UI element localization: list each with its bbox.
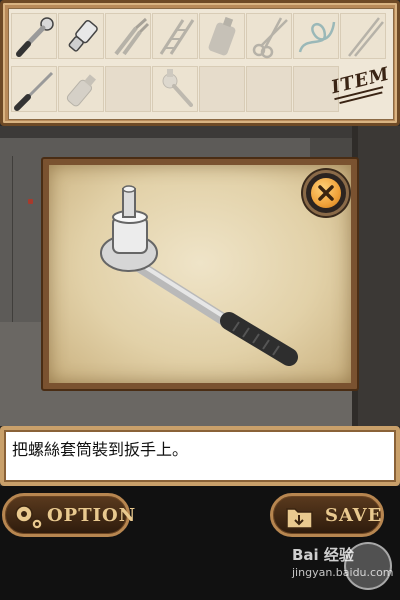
- wrench-socket-icon: [162, 69, 193, 107]
- option-button[interactable]: OPTION: [2, 493, 135, 537]
- message-box: 把螺絲套筒裝到扳手上。: [0, 426, 400, 486]
- slot-bottle[interactable]: [58, 66, 104, 112]
- inventory-bar: ITEM: [0, 0, 400, 126]
- slot-screwdriver[interactable]: [11, 66, 57, 112]
- ladder-icon: [159, 19, 195, 55]
- slot-empty-2[interactable]: [199, 66, 245, 112]
- screwdriver-icon: [14, 71, 54, 111]
- option-label: OPTION: [47, 505, 137, 526]
- folder-arrow-icon: [286, 508, 313, 529]
- cable-icon: [298, 21, 336, 53]
- rods-icon: [348, 17, 384, 57]
- room-ceiling: [0, 126, 400, 138]
- pliers-icon: [114, 17, 150, 56]
- watermark-url: jingyan.baidu.com: [292, 566, 394, 579]
- slot-socket[interactable]: [58, 13, 104, 59]
- slot-cable[interactable]: [293, 13, 339, 59]
- slot-ladder[interactable]: [152, 13, 198, 59]
- slot-canister[interactable]: [199, 13, 245, 59]
- canister-icon: [208, 16, 236, 56]
- watermark: Bai 经验 jingyan.baidu.com: [288, 540, 400, 600]
- scissors-icon: [252, 17, 288, 59]
- slot-wrench-socket[interactable]: [152, 66, 198, 112]
- slot-rods[interactable]: [340, 13, 386, 59]
- room-door: [358, 126, 400, 426]
- ratchet-wrench-icon: [16, 17, 54, 57]
- save-label: SAVE: [325, 505, 383, 526]
- close-viewer-button[interactable]: [303, 170, 349, 216]
- slot-ratchet-wrench[interactable]: [11, 13, 57, 59]
- message-text: 把螺絲套筒裝到扳手上。: [12, 440, 189, 459]
- socket-icon: [68, 19, 98, 52]
- save-button[interactable]: SAVE: [270, 493, 384, 537]
- watermark-logo: Bai 经验: [292, 546, 354, 564]
- slot-pliers[interactable]: [105, 13, 151, 59]
- slot-empty-1[interactable]: [105, 66, 151, 112]
- close-x-icon: [311, 178, 341, 208]
- bottle-icon: [66, 74, 96, 107]
- slot-empty-3[interactable]: [246, 66, 292, 112]
- slot-scissors[interactable]: [246, 13, 292, 59]
- gears-icon: [15, 505, 43, 530]
- red-indicator: [28, 199, 33, 204]
